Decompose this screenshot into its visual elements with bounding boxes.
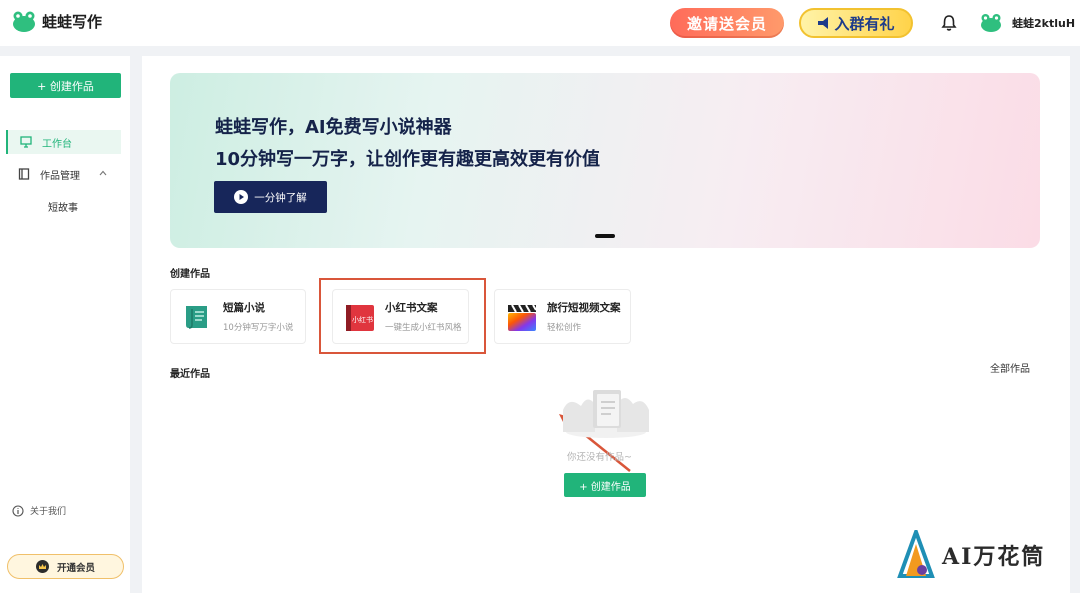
card-title: 旅行短视频文案 [547, 302, 621, 314]
clapperboard-icon [508, 303, 537, 331]
join-group-button[interactable]: 入群有礼 [799, 8, 913, 38]
promo-banner[interactable]: 蛙蛙写作，AI免费写小说神器 10分钟写一万字，让创作更有趣更高效更有价值 一分… [170, 73, 1040, 248]
watermark-text: AI万花筒 [942, 544, 1046, 570]
about-us-link[interactable]: 关于我们 [12, 504, 66, 517]
main-content: 蛙蛙写作，AI免费写小说神器 10分钟写一万字，让创作更有趣更高效更有价值 一分… [142, 56, 1070, 593]
megaphone-icon [818, 17, 829, 29]
sidebar-item-works-management[interactable]: 作品管理 [6, 162, 121, 186]
learn-more-button[interactable]: 一分钟了解 [214, 181, 327, 213]
bell-icon[interactable] [940, 14, 958, 32]
chevron-up-icon[interactable] [99, 170, 107, 176]
info-icon [12, 504, 24, 517]
play-icon [234, 190, 249, 204]
username[interactable]: 蛙蛙2ktluH [1012, 15, 1075, 31]
crown-icon [35, 560, 49, 573]
watermark: AI万花筒 [896, 530, 1045, 580]
create-section-title: 创建作品 [170, 269, 210, 280]
sidebar-item-label: 短故事 [48, 202, 78, 214]
card-description: 轻松创作 [547, 323, 582, 333]
open-vip-button[interactable]: 开通会员 [7, 554, 124, 579]
banner-title: 蛙蛙写作，AI免费写小说神器 [215, 117, 452, 138]
frog-logo-icon [13, 11, 35, 32]
sidebar-item-label: 工作台 [42, 138, 72, 150]
invite-vip-button[interactable]: 邀请送会员 [670, 8, 784, 38]
empty-state-illustration [563, 390, 649, 438]
sidebar-item-workbench[interactable]: 工作台 [6, 130, 121, 154]
sidebar-item-label: 作品管理 [40, 170, 80, 182]
sidebar: + 创建作品 工作台 作品管理 短故事 关于我们 开通会员 [0, 56, 130, 593]
top-header: 蛙蛙写作 邀请送会员 入群有礼 蛙蛙2ktluH [0, 0, 1080, 46]
about-us-label: 关于我们 [30, 507, 67, 517]
app-name: 蛙蛙写作 [42, 12, 103, 31]
monitor-icon [20, 136, 32, 148]
learn-more-label: 一分钟了解 [254, 191, 307, 204]
sidebar-item-short-story[interactable]: 短故事 [6, 194, 121, 218]
sidebar-create-button[interactable]: + 创建作品 [10, 73, 121, 98]
empty-create-button[interactable]: + 创建作品 [564, 473, 646, 497]
kaleidoscope-logo-icon [897, 530, 935, 578]
empty-state-text: 你还没有作品~ [567, 452, 632, 463]
scroll-icon [186, 305, 207, 329]
open-vip-label: 开通会员 [56, 562, 95, 574]
banner-subtitle: 10分钟写一万字，让创作更有趣更高效更有价值 [215, 149, 601, 170]
highlight-annotation-box [319, 278, 486, 354]
book-icon [18, 168, 30, 180]
join-group-label: 入群有礼 [834, 14, 895, 33]
card-title: 短篇小说 [223, 302, 265, 314]
app-logo[interactable]: 蛙蛙写作 [12, 10, 102, 32]
card-short-novel[interactable]: 短篇小说 10分钟写万字小说 [170, 289, 306, 344]
recent-section-title: 最近作品 [170, 369, 210, 380]
card-travel-video[interactable]: 旅行短视频文案 轻松创作 [494, 289, 631, 344]
carousel-indicator[interactable] [595, 234, 615, 238]
card-description: 10分钟写万字小说 [223, 323, 294, 333]
user-avatar[interactable] [980, 12, 1002, 32]
all-works-link[interactable]: 全部作品 [990, 360, 1030, 375]
